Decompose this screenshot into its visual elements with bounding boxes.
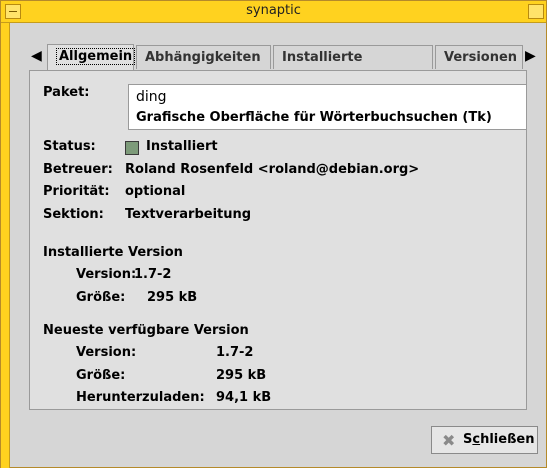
latest-version-label: Version: [76, 345, 137, 360]
section-label: Sektion: [43, 207, 104, 222]
maintainer-label: Betreuer: [43, 162, 113, 177]
close-button-label: Schließen [463, 432, 535, 447]
tab-installierte-dateien[interactable]: Installierte Dateien [273, 45, 433, 89]
close-icon: ✖ [442, 431, 456, 450]
latest-version-value: 1.7-2 [216, 345, 254, 360]
section-value: Textverarbeitung [125, 207, 252, 222]
tab-bar: ◀ Allgemein Abhängigkeiten Installierte … [29, 44, 536, 89]
status-value: Installiert [146, 139, 218, 154]
tab-versionen[interactable]: Versionen [435, 45, 523, 69]
installed-version-label: Version: [76, 267, 137, 282]
package-name: ding [136, 89, 167, 105]
maintainer-value: Roland Rosenfeld <roland@debian.org> [125, 162, 420, 177]
package-label: Paket: [43, 85, 90, 100]
status-label: Status: [43, 139, 96, 154]
general-tab-panel: Paket: ding Grafische Oberfläche für Wör… [29, 70, 527, 410]
status-installed-icon [125, 141, 139, 155]
tab-scroll-right-icon[interactable]: ▶ [525, 48, 536, 64]
title-bar[interactable]: synaptic [1, 1, 546, 23]
tab-allgemein[interactable]: Allgemein [47, 44, 136, 70]
latest-size-label: Größe: [76, 368, 126, 383]
window-border [1, 23, 10, 468]
installed-size-label: Größe: [76, 290, 126, 305]
installed-version-heading: Installierte Version [43, 245, 183, 260]
installed-version-value: 1.7-2 [134, 267, 172, 282]
tab-scroll-left-icon[interactable]: ◀ [31, 48, 42, 64]
installed-size-value: 295 kB [147, 290, 198, 305]
priority-value: optional [125, 184, 186, 199]
package-info-box: ding Grafische Oberfläche für Wörterbuch… [128, 84, 527, 130]
package-description: Grafische Oberfläche für Wörterbuchsuche… [136, 110, 492, 125]
download-size-value: 94,1 kB [216, 390, 272, 405]
window-title: synaptic [246, 3, 301, 18]
download-size-label: Herunterzuladen: [76, 390, 205, 405]
close-button[interactable]: ✖ Schließen [431, 426, 538, 454]
latest-size-value: 295 kB [216, 368, 267, 383]
window-close-button[interactable] [528, 4, 544, 19]
synaptic-window: synaptic ◀ Allgemein Abhängigkeiten Inst… [0, 0, 547, 468]
tab-abhaengigkeiten[interactable]: Abhängigkeiten [136, 45, 271, 69]
priority-label: Priorität: [43, 184, 110, 199]
latest-version-heading: Neueste verfügbare Version [43, 323, 249, 338]
